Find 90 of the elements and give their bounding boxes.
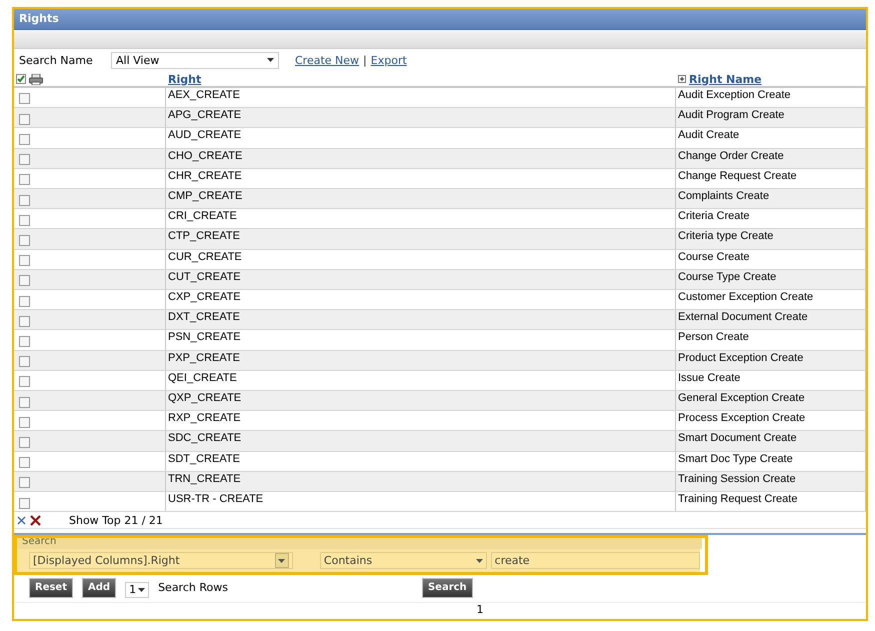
table-cell: CUR_CREATE [166,250,676,269]
printer-icon[interactable] [29,74,43,85]
add-button[interactable]: Add [82,578,116,598]
row-checkbox[interactable] [19,396,30,408]
table-cell: CTP_CREATE [166,229,676,249]
table-cell: Training Request Create [676,492,866,512]
row-checkbox[interactable] [19,255,30,266]
rows-count-select[interactable]: 1 [125,582,150,598]
table-cell: General Exception Create [676,390,866,410]
caret-icon [278,558,286,563]
table-cell: CHO_CREATE [166,148,676,168]
table-cell: External Document Create [676,310,866,330]
table-cell: Product Exception Create [676,350,866,370]
table-cell: CXP_CREATE [166,290,676,310]
caret-icon [267,58,274,62]
table-cell: RXP_CREATE [166,411,676,430]
table-cell: CHR_CREATE [166,168,676,188]
table-cell: DXT_CREATE [166,310,676,330]
delete-icon[interactable] [30,514,41,526]
table-cell: TRN_CREATE [166,472,676,491]
table-cell: PSN_CREATE [166,330,676,350]
row-checkbox[interactable] [19,436,30,448]
search-button[interactable]: Search [422,578,473,598]
row-checkbox[interactable] [19,336,30,347]
close-icon[interactable] [17,516,26,524]
row-checkbox[interactable] [19,416,30,428]
expand-icon[interactable] [678,75,686,84]
table-cell: QXP_CREATE [166,390,676,410]
column-header[interactable]: Right [168,72,202,86]
table-cell: Audit Program Create [676,108,866,128]
operator-select[interactable]: Contains [320,552,487,570]
table-cell: USR-TR - CREATE [166,492,676,512]
checkmark-icon[interactable] [16,74,26,84]
table-cell: AUD_CREATE [166,128,676,148]
row-checkbox[interactable] [19,498,30,509]
row-count: Show Top 21 / 21 [69,514,163,526]
search-rows-label: Search Rows [158,581,228,594]
table-cell: Person Create [676,330,866,350]
column-select[interactable]: [Displayed Columns].Right [29,552,293,570]
caret-icon [138,588,146,592]
row-checkbox[interactable] [19,356,30,368]
toolbar-link[interactable]: Export [370,54,407,67]
table-cell: SDC_CREATE [166,431,676,451]
table-cell: APG_CREATE [166,108,676,128]
table-cell: CRI_CREATE [166,209,676,228]
view-select[interactable]: All View [111,52,279,69]
table-cell: Change Order Create [676,148,866,168]
table-cell: SDT_CREATE [166,452,676,471]
row-checkbox[interactable] [19,93,30,104]
page-number[interactable]: 1 [476,603,484,619]
row-checkbox[interactable] [19,194,30,206]
row-checkbox[interactable] [19,296,30,307]
table-cell: Change Request Create [676,168,866,188]
table-cell: Course Type Create [676,270,866,289]
table-cell: Audit Exception Create [676,88,866,108]
reset-button[interactable]: Reset [29,578,73,598]
table-cell: Training Session Create [676,472,866,491]
window-title: Rights [14,9,866,30]
row-checkbox[interactable] [19,316,30,327]
table-cell: Smart Document Create [676,431,866,451]
row-checkbox[interactable] [19,477,30,488]
table-cell: Customer Exception Create [676,290,866,310]
toolbar-link[interactable]: Create New [295,54,360,67]
row-checkbox[interactable] [19,114,30,125]
row-checkbox[interactable] [19,214,30,226]
row-checkbox[interactable] [19,174,30,186]
table-cell: Process Exception Create [676,411,866,430]
search-name-label: Search Name [19,54,94,67]
row-checkbox[interactable] [19,275,30,286]
table-cell: AEX_CREATE [166,88,676,108]
caret-icon [476,558,483,563]
table-cell: CUT_CREATE [166,270,676,289]
link-separator: | [363,54,367,67]
table-cell: Issue Create [676,370,866,390]
table-cell: PXP_CREATE [166,350,676,370]
row-checkbox[interactable] [19,134,30,145]
table-cell: Smart Doc Type Create [676,452,866,471]
row-checkbox[interactable] [19,457,30,468]
row-checkbox[interactable] [19,234,30,246]
search-value-field[interactable]: create [490,552,700,570]
table-cell: Complaints Create [676,188,866,208]
row-checkbox[interactable] [19,376,30,388]
table-cell: Criteria Create [676,209,866,228]
table-cell: Criteria type Create [676,229,866,249]
table-cell: CMP_CREATE [166,188,676,208]
row-checkbox[interactable] [19,154,30,166]
table-cell: QEI_CREATE [166,370,676,390]
column-header[interactable]: Right Name [689,72,762,86]
table-cell: Audit Create [676,128,866,148]
table-cell: Course Create [676,250,866,269]
